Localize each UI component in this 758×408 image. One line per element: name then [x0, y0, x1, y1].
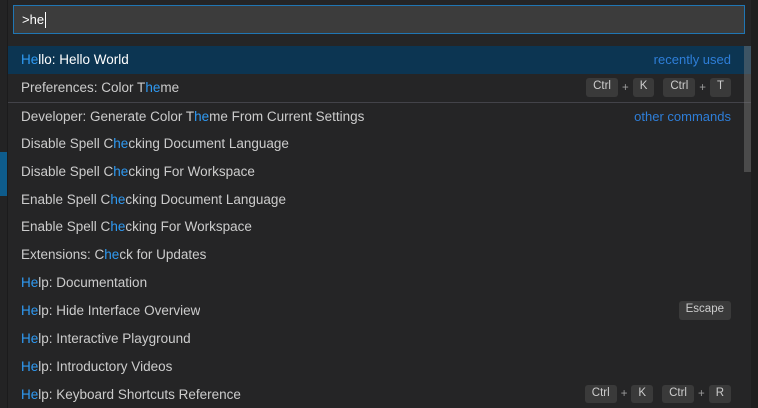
- label-text: Preferences: Color T: [21, 80, 145, 95]
- label-text: lp: Documentation: [38, 275, 147, 290]
- label-text: ck for Updates: [119, 247, 206, 262]
- list-item[interactable]: Disable Spell Checking For Workspace: [8, 157, 751, 185]
- key-chip: Ctrl: [662, 385, 694, 404]
- command-label: Help: Interactive Playground: [21, 331, 191, 346]
- match-highlight: He: [21, 331, 38, 346]
- command-label: Extensions: Check for Updates: [21, 247, 206, 262]
- match-highlight: he: [110, 192, 125, 207]
- command-input-value: >he: [22, 12, 44, 27]
- match-highlight: He: [21, 303, 38, 318]
- list-item[interactable]: Help: Documentation: [8, 269, 751, 297]
- label-text: lp: Hide Interface Overview: [38, 303, 200, 318]
- list-item[interactable]: Developer: Generate Color Theme From Cur…: [8, 102, 751, 130]
- plus-separator: +: [699, 82, 706, 94]
- list-item[interactable]: Hello: Hello World recently used: [8, 46, 751, 74]
- list-item[interactable]: Help: Hide Interface Overview Escape: [8, 297, 751, 325]
- command-label: Preferences: Color Theme: [21, 80, 179, 95]
- plus-separator: +: [698, 388, 705, 400]
- list-item[interactable]: Enable Spell Checking For Workspace: [8, 213, 751, 241]
- command-label: Disable Spell Checking For Workspace: [21, 164, 255, 179]
- keybinding: Ctrl + K Ctrl + T: [586, 78, 731, 97]
- match-highlight: he: [104, 247, 119, 262]
- key-chip: Ctrl: [586, 78, 618, 97]
- list-item[interactable]: Extensions: Check for Updates: [8, 241, 751, 269]
- scrollbar-thumb[interactable]: [744, 46, 751, 172]
- match-highlight: he: [113, 136, 128, 151]
- label-text: llo: Hello World: [38, 52, 129, 67]
- command-palette: >he Hello: Hello Worldrecently usedPrefe…: [8, 0, 751, 408]
- match-highlight: He: [21, 387, 38, 402]
- label-text: Developer: Generate Color T: [21, 109, 194, 124]
- command-label: Help: Hide Interface Overview: [21, 303, 200, 318]
- keybinding-group: Ctrl + T: [663, 78, 731, 97]
- key-chip: T: [710, 78, 731, 97]
- command-label: Help: Introductory Videos: [21, 359, 172, 374]
- key-chip: Escape: [679, 301, 731, 320]
- group-label: other commands: [634, 109, 731, 124]
- plus-separator: +: [622, 82, 629, 94]
- keybinding-group: Ctrl + R: [662, 385, 731, 404]
- label-text: cking Document Language: [128, 136, 289, 151]
- command-label: Disable Spell Checking Document Language: [21, 136, 289, 151]
- match-highlight: he: [110, 219, 125, 234]
- match-highlight: he: [145, 80, 160, 95]
- label-text: Extensions: C: [21, 247, 104, 262]
- list-item[interactable]: Help: Interactive Playground: [8, 324, 751, 352]
- label-text: lp: Interactive Playground: [38, 331, 190, 346]
- label-text: Disable Spell C: [21, 136, 113, 151]
- match-highlight: He: [21, 359, 38, 374]
- plus-separator: +: [621, 388, 628, 400]
- label-text: Disable Spell C: [21, 164, 113, 179]
- keybinding-group: Ctrl + K: [586, 78, 654, 97]
- activity-indicator-bar: [0, 152, 7, 196]
- list-item[interactable]: Disable Spell Checking Document Language: [8, 130, 751, 158]
- list-item[interactable]: Help: Keyboard Shortcuts ReferenceCtrl+K…: [8, 380, 751, 408]
- window-underlay-left: [0, 0, 8, 408]
- match-highlight: he: [194, 109, 209, 124]
- key-chip: R: [709, 385, 731, 404]
- key-chip: K: [631, 385, 653, 404]
- keybinding-group: Ctrl +K: [585, 385, 653, 404]
- command-label: Developer: Generate Color Theme From Cur…: [21, 109, 364, 124]
- command-list: Hello: Hello Worldrecently usedPreferenc…: [8, 46, 751, 408]
- label-text: lp: Introductory Videos: [38, 359, 172, 374]
- label-text: cking Document Language: [125, 192, 286, 207]
- command-label: Enable Spell Checking Document Language: [21, 192, 286, 207]
- label-text: me From Current Settings: [209, 109, 364, 124]
- label-text: Enable Spell C: [21, 192, 110, 207]
- command-label: Help: Keyboard Shortcuts Reference: [21, 387, 241, 402]
- keybinding: Ctrl+KCtrl+R: [585, 385, 731, 404]
- text-caret: [45, 12, 46, 28]
- list-item[interactable]: Enable Spell Checking Document Language: [8, 185, 751, 213]
- label-text: lp: Keyboard Shortcuts Reference: [38, 387, 241, 402]
- group-label: recently used: [654, 52, 731, 67]
- label-text: cking For Workspace: [128, 164, 255, 179]
- label-text: me: [160, 80, 179, 95]
- command-label: Enable Spell Checking For Workspace: [21, 219, 252, 234]
- command-label: Hello: Hello World: [21, 52, 129, 67]
- command-input[interactable]: >he: [13, 5, 745, 34]
- list-item[interactable]: Help: Introductory Videos: [8, 352, 751, 380]
- match-highlight: He: [21, 52, 38, 67]
- label-text: Enable Spell C: [21, 219, 110, 234]
- keybinding-group: Escape: [679, 301, 731, 320]
- window-underlay-right: [751, 0, 758, 408]
- key-chip: Ctrl: [663, 78, 695, 97]
- label-text: cking For Workspace: [125, 219, 252, 234]
- match-highlight: He: [21, 275, 38, 290]
- key-chip: K: [633, 78, 655, 97]
- list-item[interactable]: Preferences: Color Theme Ctrl + K Ctrl + T: [8, 74, 751, 102]
- command-label: Help: Documentation: [21, 275, 147, 290]
- key-chip: Ctrl: [585, 385, 617, 404]
- match-highlight: he: [113, 164, 128, 179]
- vscode-window: >he Hello: Hello Worldrecently usedPrefe…: [0, 0, 758, 408]
- keybinding: Escape: [679, 301, 731, 320]
